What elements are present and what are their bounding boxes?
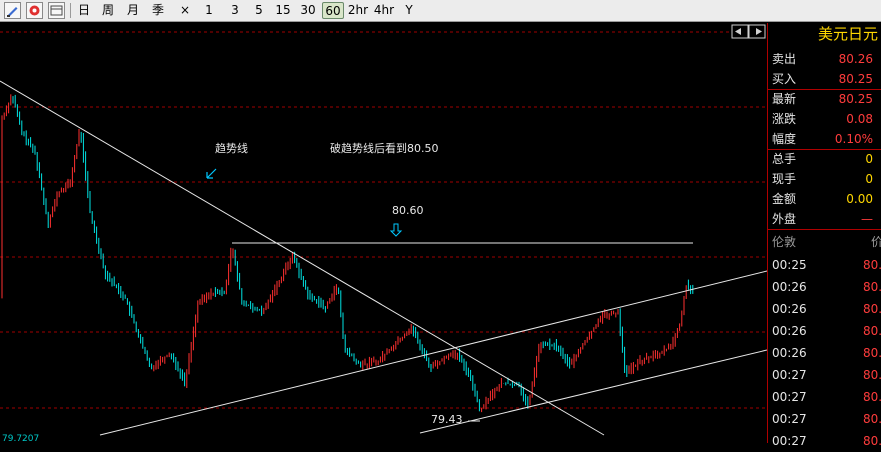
tick-time: 00:27: [772, 434, 807, 448]
zoom-controls[interactable]: [731, 24, 766, 39]
tick-row: 00:26 80.: [768, 298, 881, 320]
tick-price: 80.: [863, 368, 881, 382]
quote-value: 0.08: [846, 112, 873, 126]
tick-row: 00:27 80.: [768, 408, 881, 430]
quote-row: 现手 0: [768, 169, 881, 189]
price-scale-label: 79.7207: [2, 434, 39, 443]
ticks-header-time: 伦敦: [772, 235, 797, 249]
period-button-月[interactable]: 月: [125, 2, 141, 19]
period-button-4hr[interactable]: 4hr: [373, 2, 395, 19]
quote-row: 总手 0: [768, 149, 881, 169]
quote-value: 80.25: [838, 92, 873, 106]
tick-price: 80.: [863, 280, 881, 294]
ticks-header: 伦敦 价: [768, 231, 881, 253]
tick-row: 00:27 80.: [768, 364, 881, 386]
tick-row: 00:27 80.: [768, 386, 881, 408]
tick-row: 00:25 80.: [768, 254, 881, 276]
tick-time: 00:26: [772, 280, 807, 294]
quote-row: 涨跌 0.08: [768, 109, 881, 129]
quote-label: 最新: [772, 92, 797, 106]
draw-tool-icon[interactable]: [4, 2, 21, 19]
period-button-1[interactable]: 1: [202, 2, 216, 19]
low-level-label: 79.43: [431, 413, 463, 426]
tick-time: 00:26: [772, 346, 807, 360]
quote-label: 外盘: [772, 212, 797, 226]
settings-icon[interactable]: [26, 2, 43, 19]
period-button-5[interactable]: 5: [252, 2, 266, 19]
ticks-header-price: 价: [871, 235, 881, 249]
period-button-15[interactable]: 15: [274, 2, 292, 19]
quote-label: 幅度: [772, 132, 797, 146]
tick-row: 00:26 80.: [768, 342, 881, 364]
tick-price: 80.: [863, 434, 881, 448]
quote-row: 金额 0.00: [768, 189, 881, 209]
period-button-Y[interactable]: Y: [402, 2, 416, 19]
quote-label: 金额: [772, 192, 797, 206]
tick-price: 80.: [863, 258, 881, 272]
quote-value: 0.00: [846, 192, 873, 206]
tick-row: 00:27 80.: [768, 430, 881, 452]
tick-time: 00:27: [772, 390, 807, 404]
tick-price: 80.: [863, 324, 881, 338]
symbol-title: 美元日元: [817, 25, 878, 43]
quote-label: 卖出: [772, 52, 797, 66]
quote-row: 卖出 80.26: [768, 49, 881, 69]
quote-value: 0: [865, 172, 873, 186]
quote-panel: 美元日元 卖出 80.26 买入 80.25 最新 80.25 涨跌 0.08 幅度 0.10% 总…: [767, 23, 881, 448]
layout-icon[interactable]: [48, 2, 65, 19]
tick-time: 00:27: [772, 412, 807, 426]
tick-time: 00:25: [772, 258, 807, 272]
channel-upper-line[interactable]: [99, 270, 768, 436]
arrow-down-icon: [389, 223, 403, 237]
period-button-3[interactable]: 3: [228, 2, 242, 19]
resistance-level-label: 80.60: [392, 204, 424, 217]
period-button-周[interactable]: 周: [100, 2, 116, 19]
breakout-note: 破趋势线后看到80.50: [330, 141, 439, 155]
toolbar: 日周月季 × 1 3 5 15 30 60 2hr 4hr Y: [0, 0, 881, 22]
quote-value: 80.25: [838, 72, 873, 86]
tick-price: 80.: [863, 390, 881, 404]
quote-row: 买入 80.25: [768, 69, 881, 89]
period-button-60[interactable]: 60: [322, 2, 344, 19]
chart-canvas: 趋势线 破趋势线后看到80.50 80.60 79.43 79.7207: [0, 24, 768, 444]
toolbar-separator: [70, 3, 71, 18]
panel-divider: [768, 229, 881, 230]
quote-label: 买入: [772, 72, 797, 86]
period-button-日[interactable]: 日: [76, 2, 92, 19]
candlestick-chart[interactable]: 趋势线 破趋势线后看到80.50 80.60 79.43 79.7207: [0, 23, 768, 444]
quote-value: 0.10%: [834, 132, 873, 146]
trendline-label: 趋势线: [215, 141, 248, 155]
quote-label: 涨跌: [772, 112, 797, 126]
period-button-2hr[interactable]: 2hr: [347, 2, 369, 19]
quote-label: 现手: [772, 172, 797, 186]
tick-price: 80.: [863, 412, 881, 426]
arrow-down-left-icon: [206, 168, 217, 179]
tick-price: 80.: [863, 346, 881, 360]
period-button-季[interactable]: 季: [150, 2, 166, 19]
quote-value: 0: [865, 152, 873, 166]
quote-value: 80.26: [838, 52, 873, 66]
quote-row: 外盘 —: [768, 209, 881, 229]
quote-label: 总手: [772, 152, 797, 166]
period-button-close[interactable]: ×: [178, 2, 192, 19]
tick-time: 00:27: [772, 368, 807, 382]
tick-time: 00:26: [772, 302, 807, 316]
downtrend-line[interactable]: [0, 80, 605, 436]
quote-row: 幅度 0.10%: [768, 129, 881, 149]
tick-row: 00:26 80.: [768, 320, 881, 342]
tick-row: 00:26 80.: [768, 276, 881, 298]
quote-row: 最新 80.25: [768, 89, 881, 109]
quote-value: —: [861, 212, 873, 226]
tick-price: 80.: [863, 302, 881, 316]
period-button-30[interactable]: 30: [299, 2, 317, 19]
tick-time: 00:26: [772, 324, 807, 338]
